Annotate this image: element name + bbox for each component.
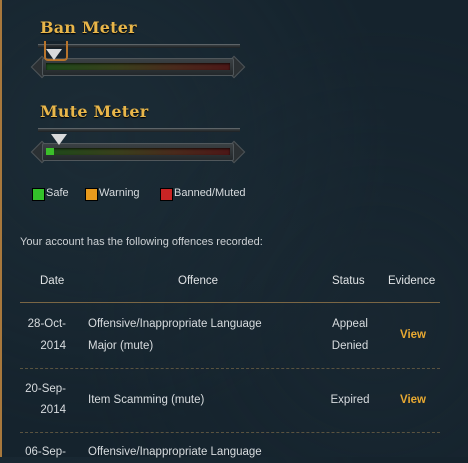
header-divider — [20, 302, 440, 303]
mute-meter — [30, 134, 246, 164]
mute-meter-fill — [46, 148, 54, 155]
offences-intro: Your account has the following offences … — [20, 236, 263, 248]
row-date: 06-Sep- — [25, 446, 66, 458]
row-offence-detail: Major (mute) — [88, 340, 154, 352]
row-date-year: 2014 — [40, 340, 66, 352]
legend-label: Warning — [99, 187, 140, 199]
legend-label: Banned/Muted — [174, 187, 246, 199]
mute-meter-title: Mute Meter — [40, 102, 149, 121]
warning-swatch-icon — [85, 188, 98, 201]
view-evidence-link[interactable]: View — [400, 389, 426, 411]
row-offence: Item Scamming (mute) — [88, 394, 205, 406]
ban-meter-rule — [38, 44, 240, 48]
row-offence: Offensive/Inappropriate Language — [88, 446, 262, 458]
legend-label: Safe — [46, 187, 69, 199]
row-status-detail: Denied — [331, 340, 369, 352]
row-date: 20-Sep- — [25, 383, 66, 395]
ban-meter-title: Ban Meter — [40, 18, 137, 37]
header-status: Status — [332, 275, 365, 287]
ban-pointer-icon — [46, 49, 62, 60]
mute-pointer-icon — [51, 134, 67, 145]
row-divider — [20, 432, 440, 433]
banned-swatch-icon — [160, 188, 173, 201]
left-border — [0, 0, 2, 457]
row-status: Expired — [330, 394, 370, 406]
row-date-year: 2014 — [40, 404, 66, 416]
row-date: 28-Oct- — [27, 318, 66, 330]
row-status: Appeal — [332, 318, 368, 330]
header-offence: Offence — [178, 275, 219, 287]
header-date: Date — [40, 275, 65, 287]
row-divider — [20, 368, 440, 369]
header-evidence: Evidence — [388, 275, 436, 287]
mute-meter-rule — [38, 128, 240, 132]
meter-gradient-bar — [46, 63, 230, 70]
view-evidence-link[interactable]: View — [400, 324, 426, 346]
safe-swatch-icon — [32, 188, 45, 201]
ban-meter — [30, 41, 246, 79]
row-offence: Offensive/Inappropriate Language — [88, 318, 262, 330]
meter-gradient-bar — [46, 148, 230, 155]
